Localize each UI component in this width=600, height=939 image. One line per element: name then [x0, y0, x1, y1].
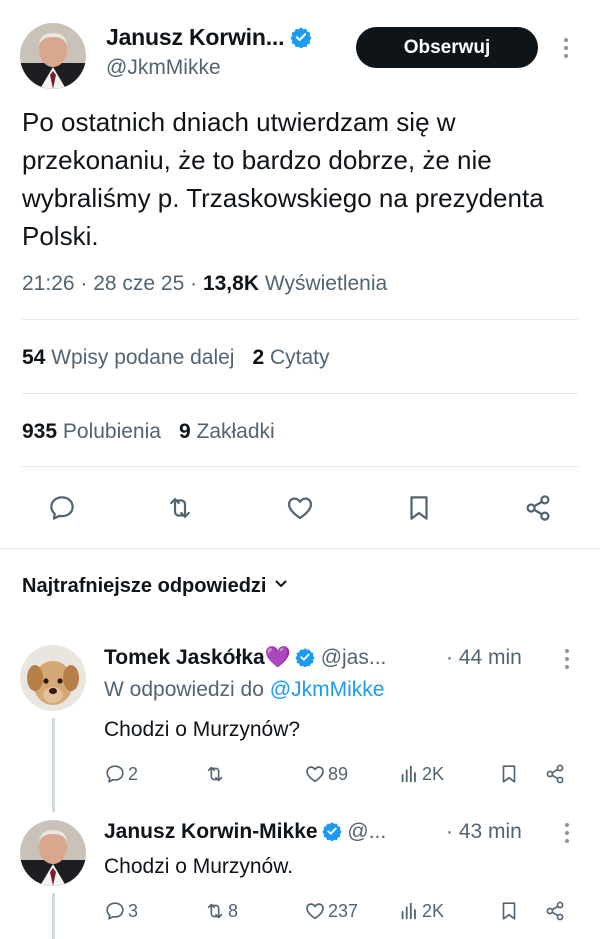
tweet-text: Po ostatnich dniach utwierdzam się w prz…	[22, 107, 544, 251]
comment-icon	[106, 902, 124, 920]
reply-timestamp[interactable]: · 44 min	[446, 646, 522, 670]
verified-badge-icon	[321, 821, 342, 842]
reply-button[interactable]: 3	[104, 900, 138, 922]
repost-icon	[207, 766, 223, 782]
views-label: Wyświetlenia	[259, 272, 388, 295]
bookmark-icon	[502, 765, 516, 783]
more-icon[interactable]	[564, 823, 570, 843]
author-handle[interactable]: @JkmMikke	[106, 56, 221, 80]
share-button[interactable]	[544, 763, 568, 785]
repost-button[interactable]	[204, 763, 228, 785]
more-icon[interactable]	[564, 649, 570, 669]
views-button[interactable]: 2K	[398, 763, 444, 785]
reposts-quotes-stats: 54 Wpisy podane dalej 2 Cytaty	[22, 346, 330, 370]
likes-stat[interactable]: 935 Polubienia	[22, 420, 161, 443]
bookmarks-label: Zakładki	[190, 420, 275, 443]
comment-icon	[50, 496, 74, 520]
divider	[22, 319, 578, 320]
replies-sort-dropdown[interactable]: Najtrafniejsze odpowiedzi	[22, 575, 288, 598]
reply-author-name[interactable]: Tomek Jaskółka💜	[104, 646, 291, 669]
replies-section-title: Najtrafniejsze odpowiedzi	[22, 575, 267, 597]
reply-avatar[interactable]	[20, 645, 86, 711]
repost-button[interactable]	[158, 486, 202, 530]
reply-author[interactable]: Tomek Jaskółka💜 @jas...	[104, 646, 386, 670]
share-button[interactable]	[516, 486, 560, 530]
quotes-count: 2	[252, 346, 265, 369]
bookmark-button[interactable]	[498, 763, 522, 785]
divider	[22, 466, 578, 467]
reply-context-prefix: W odpowiedzi do	[104, 678, 270, 701]
bookmark-icon	[410, 496, 428, 520]
bookmark-button[interactable]	[397, 486, 441, 530]
quotes-label: Cytaty	[264, 346, 330, 369]
repost-icon	[207, 903, 223, 919]
share-icon	[526, 495, 550, 521]
heart-icon	[287, 497, 313, 520]
divider	[0, 548, 600, 549]
like-button[interactable]: 237	[304, 900, 358, 922]
reply-count: 2	[128, 763, 139, 784]
like-count: 89	[328, 763, 349, 784]
heart-icon	[306, 903, 324, 920]
reply-button[interactable]: 2	[104, 763, 138, 785]
bookmarks-count: 9	[178, 420, 191, 443]
more-icon[interactable]	[563, 38, 569, 58]
bookmark-icon	[502, 902, 516, 920]
quotes-stat[interactable]: 2 Cytaty	[252, 346, 329, 369]
like-button[interactable]: 89	[304, 763, 348, 785]
bookmarks-stat[interactable]: 9 Zakładki	[179, 420, 275, 443]
chevron-down-icon	[275, 580, 287, 587]
heart-icon	[306, 766, 324, 783]
reply-timestamp[interactable]: · 43 min	[446, 820, 522, 844]
reply-author-handle[interactable]: @jas...	[315, 646, 387, 669]
likes-bookmarks-stats: 935 Polubienia 9 Zakładki	[22, 420, 275, 444]
verified-badge-icon	[295, 647, 315, 668]
like-count: 237	[328, 900, 359, 921]
author-name[interactable]: Janusz Korwin...	[106, 24, 312, 51]
views-count: 2K	[422, 900, 445, 921]
views-icon	[401, 902, 416, 920]
repost-count: 8	[228, 900, 239, 921]
reply-count: 3	[128, 900, 139, 921]
share-icon	[546, 764, 564, 784]
reply-author-handle[interactable]: @...	[342, 820, 386, 843]
likes-count: 935	[22, 420, 58, 443]
repost-button[interactable]: 8	[204, 900, 238, 922]
views-button[interactable]: 2K	[398, 900, 444, 922]
author-name-text[interactable]: Janusz Korwin...	[106, 24, 284, 50]
thread-line	[52, 893, 55, 939]
reposts-count: 54	[22, 346, 46, 369]
bookmark-button[interactable]	[498, 900, 522, 922]
reply-context-mention[interactable]: @JkmMikke	[270, 678, 385, 701]
reposts-label: Wpisy podane dalej	[45, 346, 235, 369]
repost-icon	[170, 498, 190, 518]
reply-author[interactable]: Janusz Korwin-Mikke @...	[104, 820, 386, 844]
reply-author-name[interactable]: Janusz Korwin-Mikke	[104, 820, 318, 843]
views-icon	[401, 765, 416, 783]
thread-line	[52, 718, 55, 812]
reposts-stat[interactable]: 54 Wpisy podane dalej	[22, 346, 234, 369]
views-count: 2K	[422, 763, 445, 784]
author-avatar[interactable]	[20, 23, 86, 89]
reply-button[interactable]	[40, 486, 84, 530]
like-button[interactable]	[278, 486, 322, 530]
follow-button[interactable]: Obserwuj	[356, 27, 538, 68]
reply-avatar[interactable]	[20, 820, 86, 886]
divider	[22, 393, 578, 394]
verified-badge-icon	[290, 26, 312, 49]
reply-text: Chodzi o Murzynów?	[104, 718, 301, 741]
share-icon	[546, 901, 564, 921]
comment-icon	[106, 765, 124, 783]
views-count: 13,8K	[202, 272, 259, 295]
likes-label: Polubienia	[57, 420, 161, 443]
tweet-timestamp[interactable]: 21:26 · 28 cze 25 ·	[22, 272, 203, 295]
reply-text: Chodzi o Murzynów.	[104, 855, 294, 878]
share-button[interactable]	[544, 900, 568, 922]
tweet-meta: 21:26 · 28 cze 25 · 13,8K Wyświetlenia	[22, 272, 387, 296]
reply-context: W odpowiedzi do @JkmMikke	[104, 678, 384, 702]
